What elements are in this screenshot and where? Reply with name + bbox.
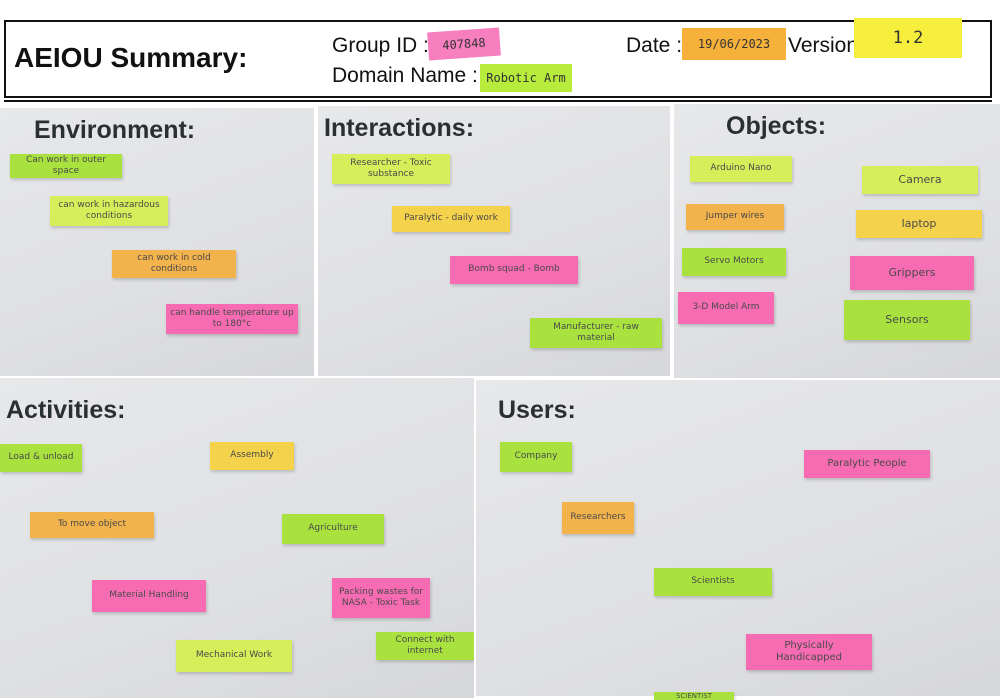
objects-note: 3-D Model Arm bbox=[678, 292, 774, 324]
domain-name-label: Domain Name : bbox=[332, 64, 478, 87]
interactions-note: Researcher - Toxic substance bbox=[332, 154, 450, 184]
objects-note: Sensors bbox=[844, 300, 970, 340]
page-title: AEIOU Summary: bbox=[14, 42, 248, 73]
activities-note: Mechanical Work bbox=[176, 640, 292, 672]
objects-note: laptop bbox=[856, 210, 982, 238]
interactions-note: Manufacturer - raw material bbox=[530, 318, 662, 348]
interactions-title: Interactions: bbox=[324, 114, 475, 142]
interactions-note: Paralytic - daily work bbox=[392, 206, 510, 232]
version-label: Version bbox=[788, 34, 859, 57]
group-id-label: Group ID : bbox=[332, 34, 429, 57]
objects-panel: Objects: Arduino Nano Jumper wires Servo… bbox=[674, 104, 1000, 378]
activities-note: Material Handling bbox=[92, 580, 206, 612]
group-id-value: 407848 bbox=[427, 27, 501, 61]
environment-note: can work in hazardous conditions bbox=[50, 196, 168, 226]
users-note: Company bbox=[500, 442, 572, 472]
activities-title: Activities: bbox=[6, 396, 126, 424]
version-value: 1.2 bbox=[854, 18, 962, 58]
users-note: Researchers bbox=[562, 502, 634, 534]
environment-title: Environment: bbox=[34, 116, 196, 144]
objects-note: Jumper wires bbox=[686, 204, 784, 230]
objects-title: Objects: bbox=[726, 112, 827, 140]
activities-note: To move object bbox=[30, 512, 154, 538]
objects-note: Camera bbox=[862, 166, 978, 194]
partial-bottom-note: SCIENTIST bbox=[654, 692, 734, 700]
environment-note: can work in cold conditions bbox=[112, 250, 236, 278]
environment-note: can handle temperature up to 180°c bbox=[166, 304, 298, 334]
users-title: Users: bbox=[498, 396, 576, 424]
activities-note: Connect with internet bbox=[376, 632, 474, 660]
users-note: Physically Handicapped bbox=[746, 634, 872, 670]
users-note: Scientists bbox=[654, 568, 772, 596]
activities-panel: Activities: Load & unload Assembly To mo… bbox=[0, 378, 474, 698]
aeiou-summary-sheet: AEIOU Summary: Group ID : 407848 Domain … bbox=[0, 0, 1000, 700]
header-divider bbox=[4, 100, 992, 102]
interactions-panel: Interactions: Researcher - Toxic substan… bbox=[318, 106, 670, 376]
activities-note: Assembly bbox=[210, 442, 294, 470]
activities-note: Agriculture bbox=[282, 514, 384, 544]
interactions-note: Bomb squad - Bomb bbox=[450, 256, 578, 284]
users-note: Paralytic People bbox=[804, 450, 930, 478]
date-value: 19/06/2023 bbox=[682, 28, 786, 60]
activities-note: Load & unload bbox=[0, 444, 82, 472]
domain-name-value: Robotic Arm bbox=[480, 64, 572, 92]
objects-note: Arduino Nano bbox=[690, 156, 792, 182]
environment-note: Can work in outer space bbox=[10, 154, 122, 178]
users-panel: Users: Company Paralytic People Research… bbox=[476, 380, 1000, 696]
activities-note: Packing wastes for NASA - Toxic Task bbox=[332, 578, 430, 618]
environment-panel: Environment: Can work in outer space can… bbox=[0, 108, 314, 376]
objects-note: Servo Motors bbox=[682, 248, 786, 276]
date-label: Date : bbox=[626, 34, 683, 57]
objects-note: Grippers bbox=[850, 256, 974, 290]
